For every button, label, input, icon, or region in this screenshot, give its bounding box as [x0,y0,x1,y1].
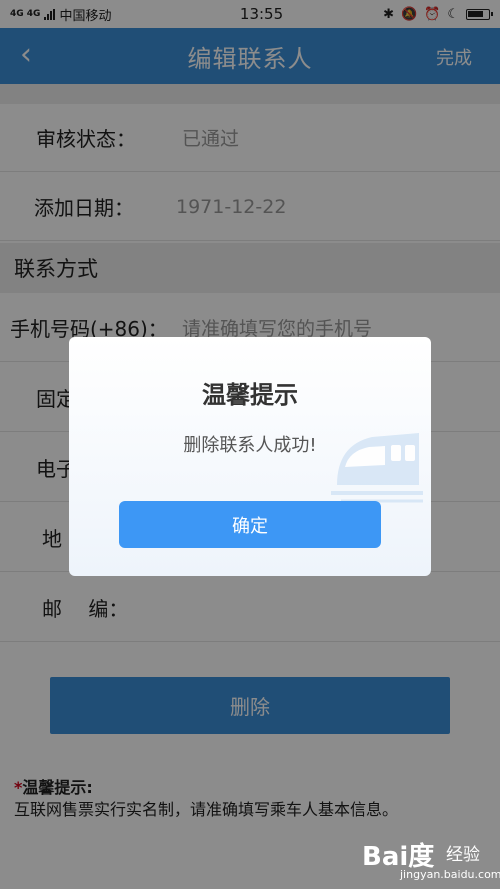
confirm-button[interactable]: 确定 [119,501,381,548]
watermark-url: jingyan.baidu.com [400,868,500,881]
dialog-title: 温馨提示 [202,381,298,409]
success-dialog: 温馨提示 删除联系人成功! 确定 [69,337,431,576]
watermark-label: 经验 [446,845,480,865]
baidu-watermark: Bai度 经验 jingyan.baidu.com [362,836,500,886]
train-icon [331,433,423,503]
dialog-message: 删除联系人成功! [183,435,317,456]
